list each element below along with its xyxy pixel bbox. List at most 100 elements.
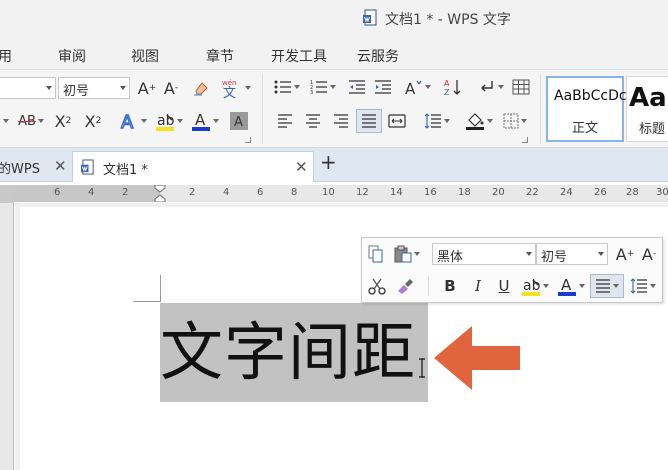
align-right-button[interactable] [330,110,352,132]
copy-button[interactable] [366,243,386,265]
horizontal-ruler[interactable]: 6 4 2 2 4 6 8 10 12 14 16 18 20 22 24 26… [14,184,668,205]
style-normal-sample: AaBbCcDc [554,88,627,104]
mini-grow-font-button[interactable]: A + [614,243,636,265]
format-brush-icon [398,279,413,294]
margin-corner-mark [133,301,160,302]
bullet-list-button[interactable] [270,76,304,98]
scissors-icon [368,278,386,295]
menu-item-section[interactable]: 章节 [206,46,234,66]
font-name-combo[interactable] [0,77,56,99]
vertical-ruler[interactable] [0,203,14,470]
distributed-icon [388,114,406,128]
ruler-number: 6 [54,187,61,198]
font-color-button[interactable]: A [188,110,222,132]
char-shading-button[interactable]: A [228,110,250,132]
shrink-font-button[interactable]: A- [160,77,182,99]
phonetic-icon: wén文 [222,79,236,99]
distributed-align-button[interactable] [386,110,408,132]
underline-button[interactable]: U [494,275,514,297]
align-justify-icon [362,114,376,128]
ruler-number: 8 [291,187,298,198]
document-text[interactable]: 文字间距 [160,313,428,393]
svg-text:A: A [234,115,243,130]
tab-label: 文档1 * [103,163,148,178]
align-left-icon [278,114,292,128]
table-icon [512,79,530,95]
cut-button[interactable] [366,275,388,297]
style-normal[interactable]: AaBbCcDc 正文 [546,76,627,142]
bold-button[interactable]: B [440,275,460,297]
line-spacing-button[interactable] [420,110,454,132]
paste-button[interactable] [390,243,424,265]
menu-item-view[interactable]: 视图 [131,46,159,66]
ruler-number: 2 [189,187,196,198]
mini-line-spacing-button[interactable] [626,275,660,297]
superscript-button[interactable]: X2 [52,110,74,132]
line-spacing-icon [424,113,441,129]
font-dialog-launcher[interactable] [245,137,251,143]
mini-font-name-combo[interactable]: 黑体 [432,243,536,265]
italic-button[interactable]: I [468,275,488,297]
tab-document-1[interactable]: 文档1 * ✕ [72,151,314,182]
increase-indent-button[interactable] [372,76,394,98]
font-size-combo[interactable]: 初号 [58,77,130,99]
style-heading-label: 标题 [639,122,666,137]
bullet-list-icon [274,80,291,94]
svg-text:A: A [405,80,416,96]
sort-button[interactable]: AZ [442,76,464,98]
menu-item-cloud[interactable]: 云服务 [357,46,399,66]
menu-item-tools[interactable]: 用 [0,46,12,66]
strikethrough-button[interactable]: AB [12,110,50,132]
paste-icon [394,245,412,263]
chinese-layout-button[interactable]: A [400,76,434,98]
tab-close-icon[interactable]: ✕ [295,158,308,176]
new-tab-button[interactable]: + [318,150,340,181]
align-left-button[interactable] [274,110,296,132]
title-bar: 文档1 * - WPS 文字 [0,0,668,36]
table-button[interactable] [510,76,532,98]
chinese-layout-icon: A [405,80,422,96]
ruler-number: 14 [390,187,403,198]
highlight-button[interactable]: ab [152,110,186,132]
svg-text:A: A [444,79,450,88]
outdent-icon [349,80,365,94]
align-center-button[interactable] [302,110,324,132]
menu-item-review[interactable]: 审阅 [58,46,86,66]
style-heading[interactable]: Aa 标题 [626,76,668,142]
indent-marker[interactable] [154,184,166,205]
mini-highlight-button[interactable]: ab [518,275,552,297]
numbered-list-button[interactable]: 123 [306,76,340,98]
ruler-number: 4 [88,187,95,198]
subscript-button[interactable]: X2 [82,110,104,132]
svg-text:Z: Z [444,88,450,96]
grow-font-button[interactable]: A + [136,77,158,99]
document-icon [363,9,379,27]
border-icon [503,113,519,129]
mini-font-size-combo[interactable]: 初号 [536,243,608,265]
decrease-indent-button[interactable] [346,76,368,98]
align-right-icon [334,114,348,128]
paragraph-dialog-launcher[interactable] [522,137,528,143]
dropdown-arrow-icon[interactable] [0,110,10,132]
ruler-number: 22 [526,187,539,198]
clear-format-button[interactable] [190,77,212,99]
format-painter-button[interactable] [394,275,416,297]
shading-button[interactable] [462,110,496,132]
border-button[interactable] [498,110,532,132]
phonetic-guide-button[interactable]: wén 文 [218,76,252,100]
mini-font-color-button[interactable]: A [554,275,588,297]
tab-wps-home[interactable]: 的WPS ✕ [0,151,72,182]
ruler-number: 4 [223,187,230,198]
show-marks-button[interactable] [474,76,508,98]
svg-text:ab: ab [523,278,541,294]
ruler-number: 28 [626,187,639,198]
mini-justify-button[interactable] [590,274,624,298]
ruler-number: 24 [560,187,573,198]
text-effect-button[interactable]: A [116,110,150,132]
menu-item-developer[interactable]: 开发工具 [271,46,327,66]
numbered-list-icon: 123 [310,80,327,95]
highlighter-icon: ab [522,278,541,296]
tab-close-icon[interactable]: ✕ [54,157,67,175]
mini-shrink-font-button[interactable]: A- [638,243,660,265]
justify-button[interactable] [356,109,382,133]
